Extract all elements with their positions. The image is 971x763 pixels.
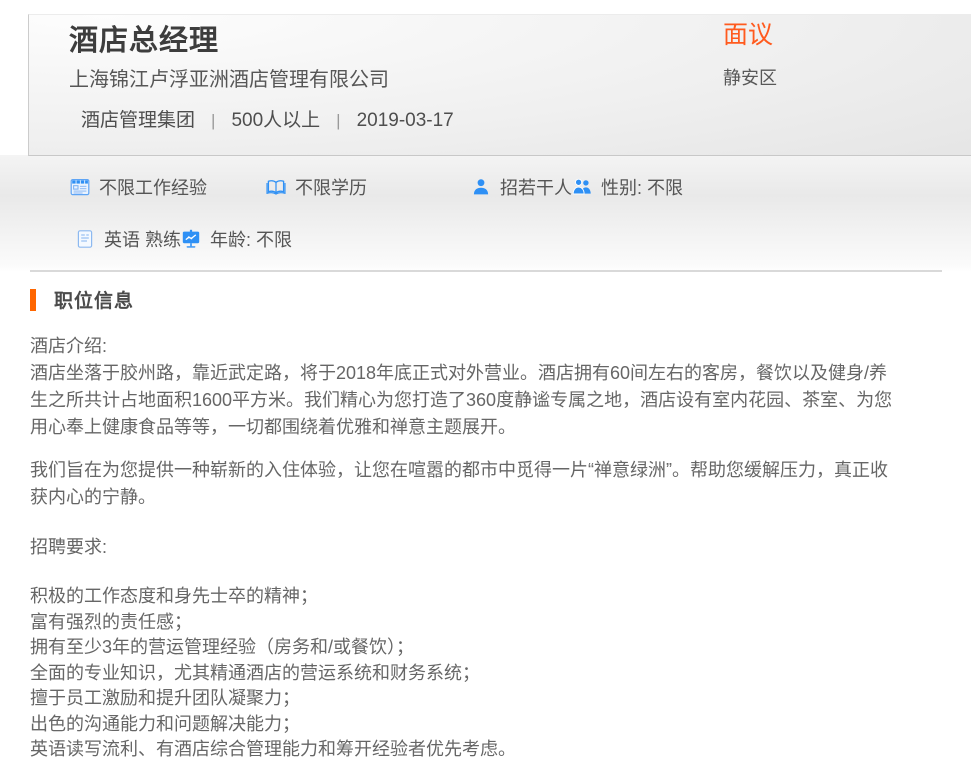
- section-title: 职位信息: [54, 286, 134, 313]
- job-attribute-label: 不限学历: [295, 174, 367, 200]
- salary-label: 面议: [723, 15, 773, 51]
- job-attribute-label: 性别: 不限: [601, 174, 683, 200]
- experience-icon: [70, 177, 90, 197]
- job-attribute-item: 不限工作经验: [70, 174, 266, 200]
- section-accent-bar: [30, 289, 36, 311]
- job-header-card: 酒店总经理 上海锦江卢浮亚洲酒店管理有限公司 酒店管理集团 | 500人以上 | 201…: [28, 14, 971, 156]
- job-description: 酒店介绍:酒店坐落于胶州路，靠近武定路，将于2018年底正式对外营业。酒店拥有6…: [30, 333, 942, 763]
- description-line: 酒店坐落于胶州路，靠近武定路，将于2018年底正式对外营业。酒店拥有60间左右的…: [30, 360, 942, 387]
- job-attribute-item: 性别: 不限: [572, 174, 683, 200]
- description-line: 用心奉上健康食品等等，一切都围绕着优雅和禅意主题展开。: [30, 414, 942, 441]
- description-line: 我们旨在为您提供一种崭新的入住体验，让您在喧嚣的都市中觅得一片“禅意绿洲”。帮助…: [30, 457, 942, 484]
- description-paragraph: 积极的工作态度和身先士卒的精神；富有强烈的责任感；拥有至少3年的营运管理经验（房…: [30, 584, 942, 763]
- company-meta: 酒店管理集团 | 500人以上 | 2019-03-17: [81, 105, 454, 132]
- description-line: 生之所共计占地面积1600平方米。我们精心为您打造了360度静谧专属之地，酒店设…: [30, 387, 942, 414]
- description-line: 获内心的宁静。: [30, 484, 942, 511]
- job-attribute-item: 不限学历: [266, 174, 471, 200]
- company-size-label: 500人以上: [231, 110, 320, 131]
- description-paragraph: 酒店介绍:酒店坐落于胶州路，靠近武定路，将于2018年底正式对外营业。酒店拥有6…: [30, 333, 942, 441]
- description-line: 酒店介绍:: [30, 333, 942, 360]
- job-attributes-row-1: 不限工作经验 不限学历 招若干人 性别: 不限: [70, 174, 683, 200]
- description-line: 全面的专业知识，尤其精通酒店的营运系统和财务系统；: [30, 661, 942, 687]
- description-line: 招聘要求:: [30, 534, 942, 561]
- description-line: 英语读写流利、有酒店综合管理能力和筹开经验者优先考虑。: [30, 737, 942, 763]
- job-attribute-label: 招若干人: [500, 174, 572, 200]
- section-divider: [30, 270, 942, 272]
- header-background-band: [0, 155, 971, 272]
- description-paragraph: 我们旨在为您提供一种崭新的入住体验，让您在喧嚣的都市中觅得一片“禅意绿洲”。帮助…: [30, 457, 942, 511]
- section-header: 职位信息: [30, 286, 134, 313]
- job-attribute-label: 不限工作经验: [99, 174, 207, 200]
- description-line: 擅于员工激励和提升团队凝聚力；: [30, 686, 942, 712]
- meta-separator: |: [211, 111, 215, 130]
- district-label: 静安区: [723, 64, 777, 90]
- job-attributes-row-2: 英语 熟练 年龄: 不限: [75, 226, 292, 252]
- job-attribute-label: 年龄: 不限: [210, 226, 292, 252]
- job-attribute-item: 年龄: 不限: [181, 226, 292, 252]
- publish-date: 2019-03-17: [357, 110, 454, 131]
- gender-icon: [572, 177, 592, 197]
- job-title: 酒店总经理: [69, 17, 219, 59]
- job-attribute-item: 英语 熟练: [75, 226, 181, 252]
- education-icon: [266, 177, 286, 197]
- meta-separator: |: [336, 111, 340, 130]
- age-icon: [181, 229, 201, 249]
- company-name: 上海锦江卢浮亚洲酒店管理有限公司: [69, 63, 389, 92]
- description-line: 积极的工作态度和身先士卒的精神；: [30, 584, 942, 610]
- description-line: 拥有至少3年的营运管理经验（房务和/或餐饮）；: [30, 635, 942, 661]
- industry-label: 酒店管理集团: [81, 110, 195, 131]
- description-line: 出色的沟通能力和问题解决能力；: [30, 712, 942, 738]
- description-line: 富有强烈的责任感；: [30, 610, 942, 636]
- job-attribute-item: 招若干人: [471, 174, 572, 200]
- description-paragraph: 招聘要求:: [30, 534, 942, 561]
- headcount-icon: [471, 177, 491, 197]
- language-icon: [75, 229, 95, 249]
- job-attribute-label: 英语 熟练: [104, 226, 181, 252]
